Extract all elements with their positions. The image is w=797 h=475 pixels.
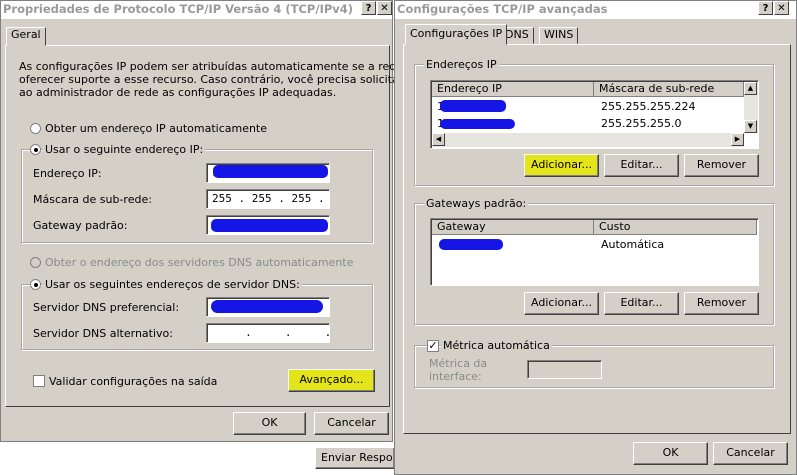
ip-row-2-redaction xyxy=(440,119,515,129)
gateway-add-button[interactable]: Adicionar... xyxy=(524,292,599,315)
col-subnet-mask[interactable]: Máscara de sub-rede xyxy=(594,82,744,97)
ip-address-label: Endereço IP: xyxy=(33,167,102,180)
col-cost[interactable]: Custo xyxy=(594,220,757,235)
metric-auto-label: Métrica automática xyxy=(441,339,552,352)
gateways-list[interactable]: Gateway Custo Automática xyxy=(430,218,759,286)
description-line-1: As configurações IP podem ser atribuídas… xyxy=(19,60,404,73)
gateway-label: Gateway padrão: xyxy=(33,219,128,232)
radio-auto-dns[interactable] xyxy=(30,257,41,268)
help-icon[interactable]: ? xyxy=(758,1,773,15)
advanced-tcpip-dialog: Configurações TCP/IP avançadas ? ✕ Confi… xyxy=(394,0,797,475)
scroll-down-icon[interactable]: ▼ xyxy=(744,120,757,133)
right-dialog-title: Configurações TCP/IP avançadas xyxy=(395,1,796,19)
help-icon[interactable]: ? xyxy=(361,1,376,15)
close-icon[interactable]: ✕ xyxy=(377,1,392,15)
tcpip-properties-dialog: Propriedades de Protocolo TCP/IP Versão … xyxy=(0,0,403,442)
ip-row-2-mask: 255.255.255.0 xyxy=(601,117,682,130)
ip-row-1-redaction xyxy=(440,100,506,112)
dns-alternate-label: Servidor DNS alternativo: xyxy=(33,327,173,340)
dns-alternate-field[interactable]: . . . xyxy=(206,323,330,343)
dns-redaction xyxy=(211,300,323,313)
ip-list-hscroll[interactable] xyxy=(432,133,744,147)
radio-auto-dns-label: Obter o endereço dos servidores DNS auto… xyxy=(45,256,354,269)
scroll-right-icon[interactable]: ▶ xyxy=(731,133,744,146)
scroll-left-icon[interactable]: ◀ xyxy=(432,133,445,146)
validate-label: Validar configurações na saída xyxy=(49,375,218,388)
validate-checkbox[interactable] xyxy=(33,375,45,387)
ok-button[interactable]: OK xyxy=(633,442,708,465)
metric-interface-label-2: interface: xyxy=(429,370,482,383)
tab-general[interactable]: Geral xyxy=(6,27,46,46)
subnet-field[interactable]: 255 . 255 . 255 . 224 xyxy=(206,189,330,209)
ip-addresses-list[interactable]: Endereço IP Máscara de sub-rede 1 255.25… xyxy=(430,80,759,149)
col-ip-address[interactable]: Endereço IP xyxy=(432,82,594,97)
ip-row-1-mask: 255.255.255.224 xyxy=(601,100,696,113)
radio-manual-dns[interactable] xyxy=(30,279,41,290)
ip-add-button[interactable]: Adicionar... xyxy=(524,154,599,177)
behind-send-reply-button[interactable]: Enviar Respo xyxy=(315,447,395,469)
radio-manual-ip-label: Usar o seguinte endereço IP: xyxy=(43,143,206,156)
radio-auto-ip-label: Obter um endereço IP automaticamente xyxy=(45,122,268,135)
description-line-2: oferecer suporte a esse recurso. Caso co… xyxy=(19,73,404,86)
gateway-remove-button[interactable]: Remover xyxy=(684,292,759,315)
dns-preferred-label: Servidor DNS preferencial: xyxy=(33,301,180,314)
ip-addresses-legend: Endereços IP xyxy=(424,58,499,71)
metric-interface-label-1: Métrica da xyxy=(429,357,488,370)
gateway-redaction xyxy=(211,219,328,232)
left-dialog-title: Propriedades de Protocolo TCP/IP Versão … xyxy=(1,1,392,19)
metric-interface-field[interactable] xyxy=(527,360,602,379)
metric-auto-checkbox[interactable]: ✓ xyxy=(427,340,439,352)
ip-edit-button[interactable]: Editar... xyxy=(604,154,679,177)
col-gateway[interactable]: Gateway xyxy=(432,220,594,235)
tab-ip-settings[interactable]: Configurações IP xyxy=(405,24,508,45)
advanced-button[interactable]: Avançado... xyxy=(288,369,375,392)
cancel-button[interactable]: Cancelar xyxy=(713,442,788,465)
tab-wins[interactable]: WINS xyxy=(539,27,579,44)
ip-remove-button[interactable]: Remover xyxy=(684,154,759,177)
ok-button[interactable]: OK xyxy=(233,412,306,435)
gateway-edit-button[interactable]: Editar... xyxy=(604,292,679,315)
radio-auto-ip[interactable] xyxy=(30,123,41,134)
subnet-label: Máscara de sub-rede: xyxy=(33,193,152,206)
scroll-up-icon[interactable]: ▲ xyxy=(744,82,757,95)
description-line-3: ao administrador de rede as configuraçõe… xyxy=(19,86,337,99)
radio-manual-dns-label: Usar os seguintes endereços de servidor … xyxy=(43,278,302,291)
cancel-button[interactable]: Cancelar xyxy=(314,412,389,435)
close-icon[interactable]: ✕ xyxy=(774,1,789,15)
gateway-row-1-cost: Automática xyxy=(601,238,665,251)
gateways-legend: Gateways padrão: xyxy=(424,197,529,210)
gateway-row-1-redaction xyxy=(439,239,503,250)
ip-redaction xyxy=(213,165,328,178)
radio-manual-ip[interactable] xyxy=(30,144,41,155)
